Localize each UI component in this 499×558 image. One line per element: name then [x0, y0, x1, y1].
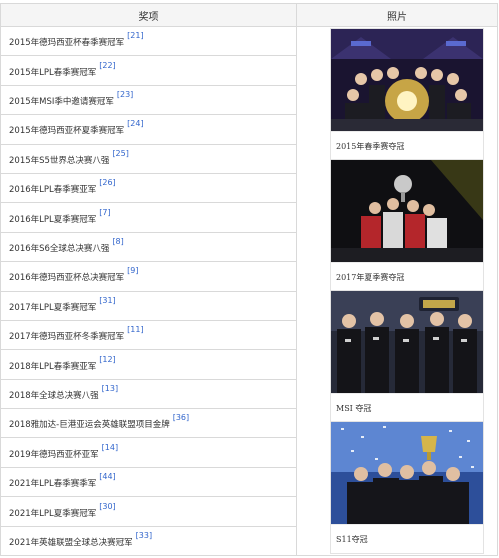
award-name: 2021年LPL春季赛季军	[9, 478, 97, 489]
award-cell: 2021年英雄联盟全球总决赛冠军[33]	[0, 525, 297, 557]
award-cell: 2015年LPL春季赛冠军[22]	[0, 55, 297, 86]
award-name: 2015年德玛西亚杯春季赛冠军	[9, 38, 125, 49]
award-cell: 2018年LPL春季赛亚军[12]	[0, 349, 297, 380]
award-name: 2016年LPL春季赛亚军	[9, 185, 97, 196]
photo-caption-2: 2017年夏季赛夺冠	[331, 262, 483, 291]
award-name: 2017年德玛西亚杯冬季赛冠军	[9, 332, 125, 343]
award-name: 2016年德玛西亚杯总决赛冠军	[9, 273, 125, 284]
reference-link[interactable]: [44]	[99, 472, 115, 481]
award-cell: 2016年S6全球总决赛八强[8]	[0, 231, 297, 263]
award-cell: 2017年LPL夏季赛冠军[31]	[0, 290, 297, 321]
award-name: 2017年LPL夏季赛冠军	[9, 302, 97, 313]
award-cell: 2018雅加达-巨港亚运会英雄联盟项目金牌[36]	[0, 408, 297, 439]
photo-card-3: MSI 夺冠	[330, 290, 484, 423]
award-name: 2015年德玛西亚杯夏季赛冠军	[9, 126, 125, 137]
reference-link[interactable]: [22]	[99, 61, 115, 70]
award-name: 2015年MSI季中邀请赛冠军	[9, 96, 114, 107]
photo-card-2: 2017年夏季赛夺冠	[330, 159, 484, 292]
reference-link[interactable]: [21]	[127, 31, 143, 40]
photo-caption-3: MSI 夺冠	[331, 393, 483, 422]
award-cell: 2021年LPL春季赛季军[44]	[0, 466, 297, 498]
photo-card-4: S11夺冠	[330, 421, 484, 554]
award-name: 2019年德玛西亚杯亚军	[9, 449, 99, 460]
reference-link[interactable]: [24]	[127, 119, 143, 128]
award-name: 2015年S5世界总决赛八强	[9, 155, 110, 166]
reference-link[interactable]: [13]	[102, 384, 118, 393]
award-name: 2015年LPL春季赛冠军	[9, 67, 97, 78]
award-cell: 2016年德玛西亚杯总决赛冠军[9]	[0, 261, 297, 292]
award-name: 2018年LPL春季赛亚军	[9, 361, 97, 372]
table-header-row: 奖项 照片	[0, 3, 498, 27]
photo-caption-4: S11夺冠	[331, 524, 483, 553]
award-name: 2021年LPL夏季赛冠军	[9, 508, 97, 519]
award-cell: 2015年德玛西亚杯春季赛冠军[21]	[0, 25, 297, 57]
header-photos: 照片	[296, 3, 498, 27]
photo-caption-1: 2015年春季赛夺冠	[331, 131, 483, 160]
reference-link[interactable]: [33]	[136, 531, 152, 540]
award-name: 2018雅加达-巨港亚运会英雄联盟项目金牌	[9, 420, 170, 431]
award-cell: 2016年LPL春季赛亚军[26]	[0, 172, 297, 204]
team-celebration-photo	[331, 29, 483, 131]
header-awards: 奖项	[0, 3, 297, 27]
award-name: 2018年全球总决赛八强	[9, 390, 99, 401]
award-cell: 2015年MSI季中邀请赛冠军[23]	[0, 84, 297, 116]
reference-link[interactable]: [31]	[99, 296, 115, 305]
award-cell: 2019年德玛西亚杯亚军[14]	[0, 437, 297, 468]
award-cell: 2017年德玛西亚杯冬季赛冠军[11]	[0, 319, 297, 351]
reference-link[interactable]: [8]	[112, 237, 123, 246]
reference-link[interactable]: [23]	[117, 90, 133, 99]
reference-link[interactable]: [7]	[99, 208, 110, 217]
reference-link[interactable]: [26]	[99, 178, 115, 187]
award-cell: 2016年LPL夏季赛冠军[7]	[0, 202, 297, 233]
award-name: 2016年S6全球总决赛八强	[9, 243, 110, 254]
reference-link[interactable]: [11]	[127, 325, 143, 334]
photo-card-1: 2015年春季赛夺冠	[330, 28, 484, 161]
award-cell: 2021年LPL夏季赛冠军[30]	[0, 496, 297, 527]
trophy-lift-photo	[331, 160, 483, 262]
reference-link[interactable]: [14]	[102, 443, 118, 452]
reference-link[interactable]: [25]	[112, 149, 128, 158]
team-portrait-photo	[331, 291, 483, 393]
award-cell: 2015年德玛西亚杯夏季赛冠军[24]	[0, 114, 297, 145]
awards-page: 奖项 照片 2015年德玛西亚杯春季赛冠军[21] 2015年LPL春季赛冠军[2…	[0, 0, 499, 558]
award-name: 2016年LPL夏季赛冠军	[9, 214, 97, 225]
reference-link[interactable]: [12]	[99, 355, 115, 364]
reference-link[interactable]: [36]	[173, 413, 189, 422]
award-cell: 2015年S5世界总决赛八强[25]	[0, 143, 297, 174]
reference-link[interactable]: [9]	[127, 266, 138, 275]
confetti-trophy-photo	[331, 422, 483, 524]
reference-link[interactable]: [30]	[99, 502, 115, 511]
award-name: 2021年英雄联盟全球总决赛冠军	[9, 537, 133, 548]
award-cell: 2018年全球总决赛八强[13]	[0, 378, 297, 410]
